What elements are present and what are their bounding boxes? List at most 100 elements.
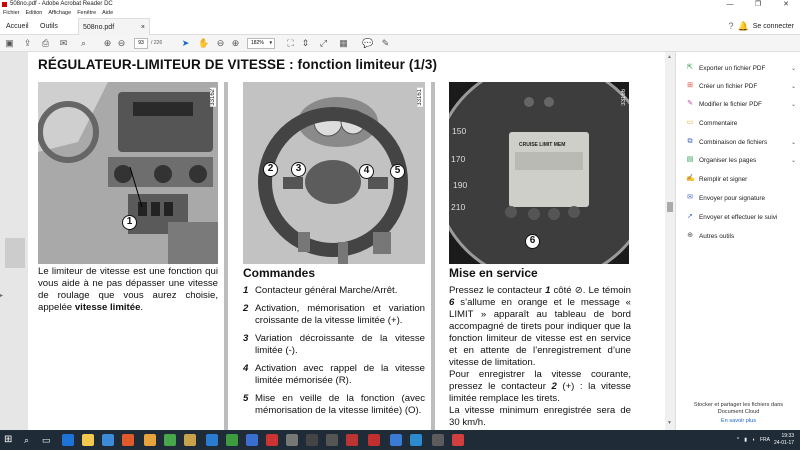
zoom-select[interactable]: 182% ▾ xyxy=(247,38,275,49)
save-icon[interactable]: ▣ xyxy=(4,38,15,49)
speed-210: 210 xyxy=(451,202,466,212)
tool-send-track[interactable]: ➚ Envoyer et effectuer le suivi xyxy=(686,213,796,221)
item-number: 5 xyxy=(243,393,249,404)
tool-export-pdf[interactable]: ⇱ Exporter un fichier PDF ⌄ xyxy=(686,64,796,72)
scroll-thumb[interactable] xyxy=(667,202,673,212)
zoom-in-icon[interactable]: ⊕ xyxy=(230,38,241,49)
fill-sign-icon: ✍ xyxy=(686,175,695,182)
hand-tool-icon[interactable]: ✋ xyxy=(198,38,209,49)
list-item: 5 Mise en veille de la fonction (avec mém… xyxy=(243,393,425,417)
close-window-button[interactable]: ✕ xyxy=(772,0,800,9)
column-separator xyxy=(224,82,228,430)
tool-organize[interactable]: ▤ Organiser les pages ⌄ xyxy=(686,156,796,164)
app-icon[interactable] xyxy=(346,434,358,446)
pdf-page: RÉGULATEUR-LIMITEUR DE VITESSE : fonctio… xyxy=(28,52,665,430)
close-tab-icon[interactable]: × xyxy=(141,19,145,36)
pen-icon[interactable]: ✎ xyxy=(380,38,391,49)
excel-icon[interactable] xyxy=(226,434,238,446)
console-illustration xyxy=(38,82,218,264)
word-icon[interactable] xyxy=(206,434,218,446)
callout-5: 5 xyxy=(390,164,405,179)
left-panel-handle[interactable] xyxy=(5,238,25,268)
tool-combine[interactable]: ⧉ Combinaison de fichiers ⌄ xyxy=(686,138,797,146)
menu-affichage[interactable]: Affichage xyxy=(48,9,71,18)
tool-label: Organiser les pages xyxy=(699,156,757,164)
app-icon[interactable] xyxy=(410,434,422,446)
comment-tool-icon[interactable]: 💬 xyxy=(362,38,373,49)
chrome-icon[interactable] xyxy=(164,434,176,446)
chevron-up-icon[interactable]: ^ xyxy=(737,437,739,443)
tool-create-pdf[interactable]: ⊞ Créer un fichier PDF ⌄ xyxy=(686,82,796,90)
search-icon[interactable]: ⌕ xyxy=(24,434,36,446)
acrobat-icon[interactable] xyxy=(266,434,278,446)
minimize-button[interactable]: — xyxy=(716,0,744,9)
tool-send-signature[interactable]: ✉ Envoyer pour signature xyxy=(686,194,796,202)
app-icon[interactable] xyxy=(452,434,464,446)
volume-icon[interactable]: ◖ xyxy=(752,437,755,443)
tool-label: Commentaire xyxy=(699,119,738,127)
vertical-scrollbar[interactable]: ▲ ▼ xyxy=(665,52,675,430)
list-item: 3 Variation décroissante de la vitesse li… xyxy=(243,333,425,357)
tool-more[interactable]: ⊕ Autres outils xyxy=(686,232,796,240)
language-indicator[interactable]: FRA xyxy=(760,437,770,443)
fullscreen-icon[interactable]: ⤢ xyxy=(318,38,329,49)
scroll-mode-icon[interactable]: ⇕ xyxy=(300,38,311,49)
zoom-value: 182% xyxy=(251,40,264,46)
menu-fenetre[interactable]: Fenêtre xyxy=(77,9,96,18)
fit-page-icon[interactable]: ⛶ xyxy=(285,38,296,49)
task-view-icon[interactable]: ▭ xyxy=(42,434,54,446)
print-icon[interactable]: ⎙ xyxy=(40,38,51,49)
activation-paragraph-1: Pressez le contacteur 1 côté ⊘. Le témoi… xyxy=(449,285,631,369)
help-icon[interactable]: ? xyxy=(729,18,734,35)
page-up-icon[interactable]: ⊕ xyxy=(102,38,113,49)
page-down-icon[interactable]: ⊖ xyxy=(116,38,127,49)
speed-170: 170 xyxy=(451,154,466,164)
acrobat-active-icon[interactable] xyxy=(368,434,380,446)
firefox-icon[interactable] xyxy=(144,434,156,446)
zoom-out-icon[interactable]: ⊖ xyxy=(215,38,226,49)
page-number-input[interactable]: 93 xyxy=(134,38,148,49)
notification-bell-icon[interactable]: 🔔 xyxy=(738,18,749,35)
tool-edit-pdf[interactable]: ✎ Modifier le fichier PDF ⌄ xyxy=(686,100,796,108)
menu-edition[interactable]: Edition xyxy=(26,9,43,18)
dashboard-illustration xyxy=(449,82,629,264)
menu-aide[interactable]: Aide xyxy=(102,9,113,18)
column-separator xyxy=(431,82,435,430)
maximize-button[interactable]: ❐ xyxy=(744,0,772,9)
combine-icon: ⧉ xyxy=(687,138,693,145)
app-icon[interactable] xyxy=(432,434,444,446)
start-icon[interactable]: ⊞ xyxy=(4,434,16,446)
app-icon[interactable] xyxy=(326,434,338,446)
upload-icon[interactable]: ⇪ xyxy=(22,38,33,49)
menu-fichier[interactable]: Fichier xyxy=(3,9,20,18)
app-icon[interactable] xyxy=(306,434,318,446)
scroll-down-icon[interactable]: ▼ xyxy=(667,420,672,426)
tab-document[interactable]: 508no.pdf × xyxy=(78,18,150,35)
tool-label: Créer un fichier PDF xyxy=(699,82,758,90)
tool-fill-sign[interactable]: ✍ Remplir et signer xyxy=(686,175,796,183)
clock[interactable]: 19:33 24-01-17 xyxy=(774,433,794,447)
store-icon[interactable] xyxy=(102,434,114,446)
office-icon[interactable] xyxy=(122,434,134,446)
clock-date: 24-01-17 xyxy=(773,440,794,446)
search-icon[interactable]: ⌕ xyxy=(78,38,89,49)
edge-icon[interactable] xyxy=(62,434,74,446)
network-icon[interactable]: ▮ xyxy=(744,437,747,443)
app-icon[interactable] xyxy=(390,434,402,446)
scroll-up-icon[interactable]: ▲ xyxy=(667,54,672,60)
file-explorer-icon[interactable] xyxy=(82,434,94,446)
expand-left-icon[interactable]: ▸ xyxy=(0,292,3,299)
app-icon[interactable] xyxy=(184,434,196,446)
tab-tools[interactable]: Outils xyxy=(36,18,62,35)
keyboard-icon[interactable]: ▦ xyxy=(338,38,349,49)
select-cursor-icon[interactable]: ➤ xyxy=(180,38,191,49)
figure-3-dashboard: 150 170 190 210 CRUISE LIMIT MEM 6 33166 xyxy=(449,82,629,264)
sign-in-link[interactable]: Se connecter xyxy=(753,18,794,35)
tab-home[interactable]: Accueil xyxy=(2,18,33,35)
outlook-icon[interactable] xyxy=(246,434,258,446)
app-icon[interactable] xyxy=(286,434,298,446)
learn-more-link[interactable]: En savoir plus xyxy=(681,418,796,424)
email-icon[interactable]: ✉ xyxy=(58,38,69,49)
tool-comment[interactable]: ▭ Commentaire xyxy=(686,119,796,127)
chevron-down-icon: ⌄ xyxy=(790,101,796,108)
